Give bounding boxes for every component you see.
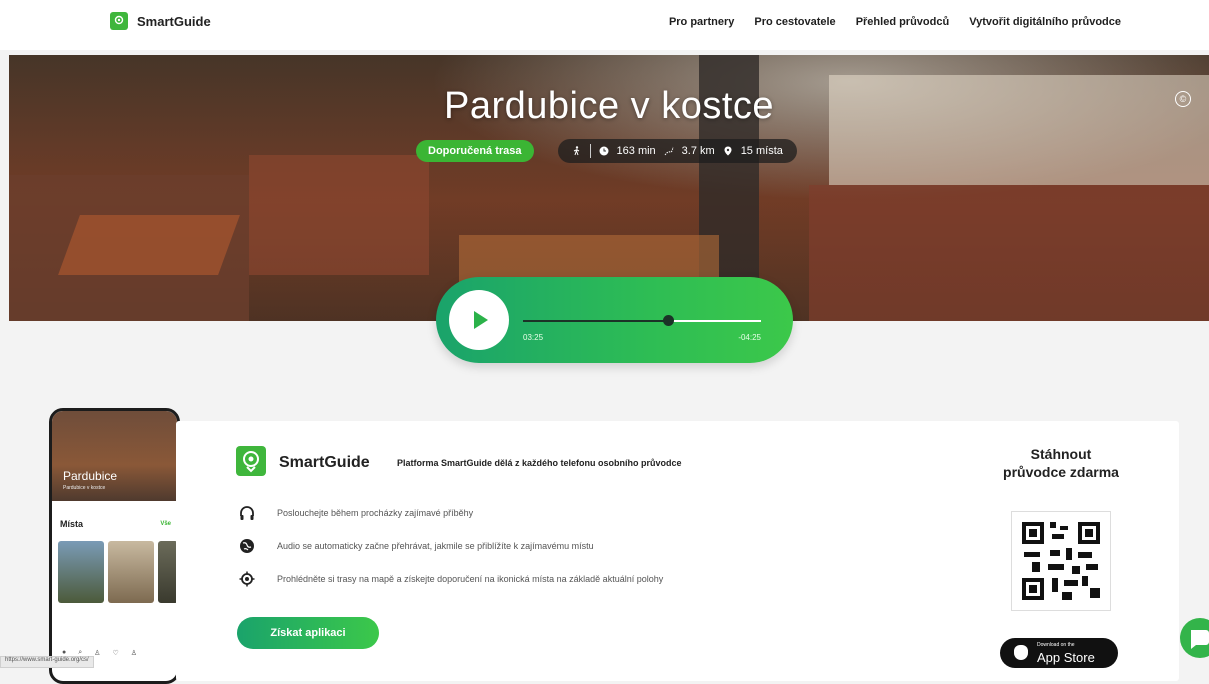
phone-section-title: Místa xyxy=(60,519,84,529)
user-icon: ♙ xyxy=(94,650,101,657)
copyright-icon[interactable]: © xyxy=(1175,91,1191,107)
route-duration: 163 min xyxy=(616,145,656,157)
brand[interactable]: SmartGuide xyxy=(110,12,211,30)
smartguide-logo-icon xyxy=(236,446,266,476)
route-places: 15 místa xyxy=(740,145,783,157)
top-bar: SmartGuide Pro partnery Pro cestovatele … xyxy=(0,0,1209,50)
route-title: Pardubice v kostce xyxy=(443,85,775,127)
download-title: Stáhnout průvodce zdarma xyxy=(1003,446,1119,480)
heart-icon: ♡ xyxy=(112,650,119,657)
nav-pro-partnery[interactable]: Pro partnery xyxy=(669,16,734,28)
globe-icon xyxy=(240,539,254,553)
browser-status-url: https://www.smart-guide.org/cs/ xyxy=(0,656,94,668)
elapsed-time: 03:25 xyxy=(523,333,544,342)
phone-subtitle: Pardubice v kostce xyxy=(63,485,106,491)
feature-text: Poslouchejte během procházky zajímavé př… xyxy=(277,508,474,518)
map-pin-icon xyxy=(724,146,732,156)
appstore-big-text: App Store xyxy=(1037,650,1095,665)
smartguide-logo-icon xyxy=(110,12,128,30)
appstore-small-text: Download on the xyxy=(1037,642,1075,648)
nav-pro-cestovatele[interactable]: Pro cestovatele xyxy=(754,16,835,28)
get-app-button[interactable]: Získat aplikaci xyxy=(237,617,379,649)
main-nav: Pro partnery Pro cestovatele Přehled prů… xyxy=(669,16,1121,28)
distance-icon xyxy=(664,146,674,156)
phone-see-all: Vše xyxy=(160,521,171,527)
location-target-icon xyxy=(239,571,255,587)
play-button[interactable] xyxy=(449,290,509,350)
phone-place-thumbnail xyxy=(108,541,154,603)
headphones-icon xyxy=(240,506,254,520)
phone-place-thumbnail xyxy=(58,541,104,603)
progress-fill xyxy=(523,320,669,322)
remaining-time: -04:25 xyxy=(738,333,761,342)
feature-text: Audio se automaticky začne přehrávat, ja… xyxy=(277,541,594,551)
recommended-route-badge: Doporučená trasa xyxy=(416,140,534,162)
audio-player: 03:25 -04:25 xyxy=(436,277,793,363)
chat-bubble-icon[interactable] xyxy=(1180,618,1209,658)
qr-code-icon xyxy=(1011,511,1111,611)
feature-item: Poslouchejte během procházky zajímavé př… xyxy=(236,505,473,521)
app-promo-card: SmartGuide Platforma SmartGuide dělá z k… xyxy=(176,421,1179,681)
route-stats: 163 min 3.7 km 15 místa xyxy=(557,139,797,163)
feature-item: Prohlédněte si trasy na mapě a získejte … xyxy=(236,571,663,587)
clock-icon xyxy=(599,146,609,156)
walking-icon xyxy=(573,146,579,156)
card-brand-name: SmartGuide xyxy=(279,454,370,471)
progress-thumb[interactable] xyxy=(663,315,675,326)
route-distance: 3.7 km xyxy=(681,145,715,157)
feature-item: Audio se automaticky začne přehrávat, ja… xyxy=(236,538,594,554)
app-store-button[interactable]: Download on the App Store xyxy=(1000,638,1118,668)
nav-prehled-pruvodcu[interactable]: Přehled průvodců xyxy=(856,16,950,28)
phone-place-thumbnail xyxy=(158,541,177,603)
card-tagline: Platforma SmartGuide dělá z každého tele… xyxy=(397,458,682,468)
profile-icon: ♙ xyxy=(130,650,137,657)
phone-mockup: Pardubice Pardubice v kostce Místa Vše ●… xyxy=(49,408,180,684)
route-meta: Doporučená trasa 163 min 3.7 km 15 místa xyxy=(416,139,797,163)
divider xyxy=(589,144,591,158)
apple-icon xyxy=(1014,645,1028,660)
brand-name: SmartGuide xyxy=(137,13,211,29)
progress-track[interactable] xyxy=(523,320,761,322)
phone-title: Pardubice xyxy=(63,469,118,483)
nav-vytvorit-pruvodce[interactable]: Vytvořit digitálního průvodce xyxy=(969,16,1121,28)
feature-text: Prohlédněte si trasy na mapě a získejte … xyxy=(277,574,664,584)
